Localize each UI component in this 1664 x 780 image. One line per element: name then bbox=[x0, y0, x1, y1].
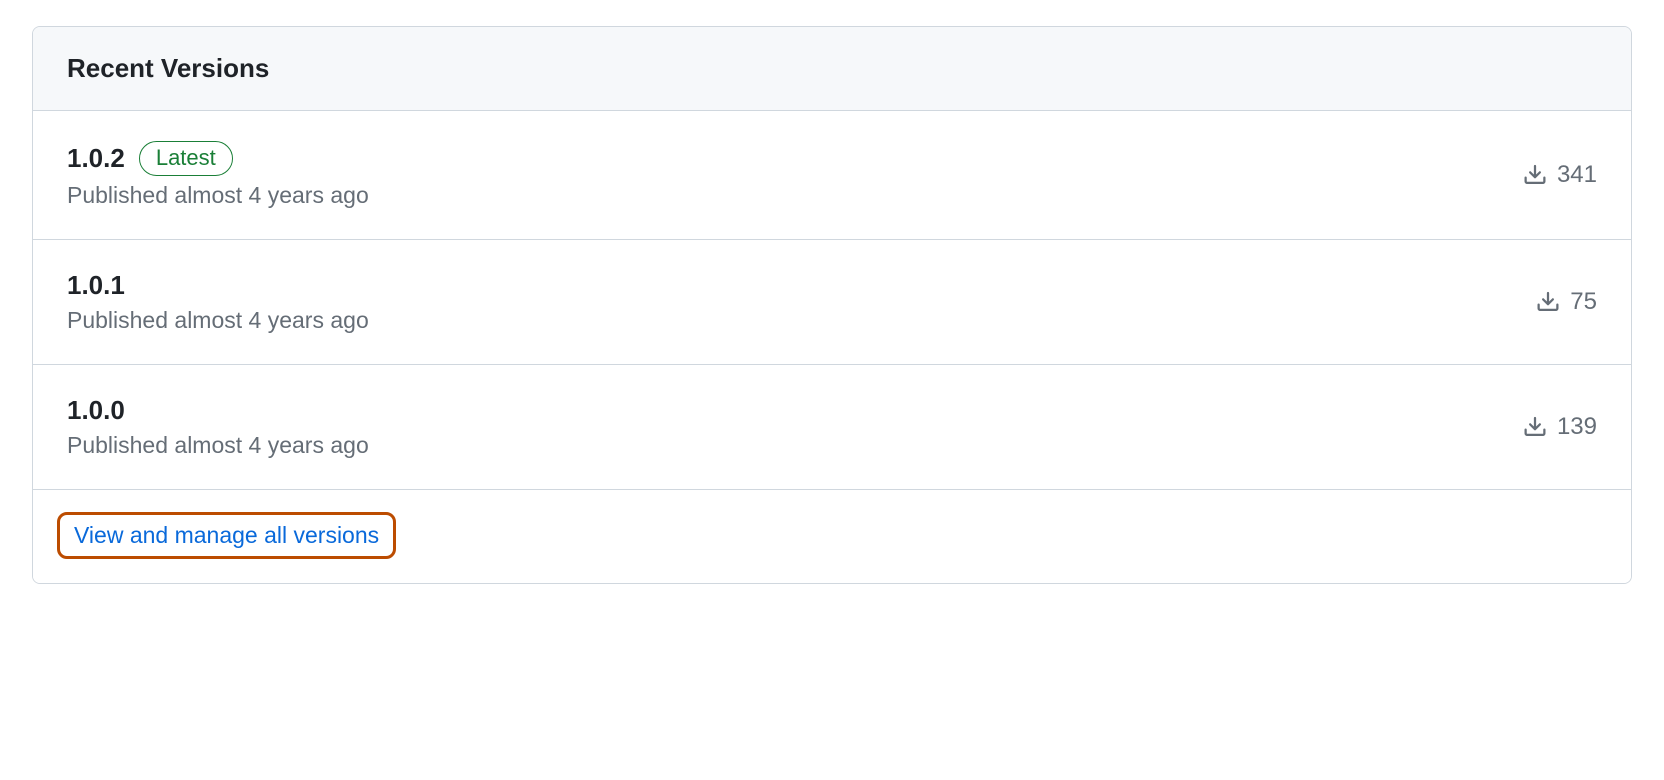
version-head: 1.0.1 bbox=[67, 270, 369, 301]
version-head: 1.0.2 Latest bbox=[67, 141, 369, 176]
download-count: 341 bbox=[1557, 161, 1597, 189]
version-row[interactable]: 1.0.1 Published almost 4 years ago 75 bbox=[33, 240, 1631, 365]
version-number: 1.0.0 bbox=[67, 395, 125, 426]
latest-badge: Latest bbox=[139, 141, 233, 176]
version-row[interactable]: 1.0.2 Latest Published almost 4 years ag… bbox=[33, 111, 1631, 240]
version-head: 1.0.0 bbox=[67, 395, 369, 426]
version-published: Published almost 4 years ago bbox=[67, 182, 369, 209]
download-icon bbox=[1536, 290, 1560, 314]
version-info: 1.0.1 Published almost 4 years ago bbox=[67, 270, 369, 334]
download-icon bbox=[1523, 163, 1547, 187]
version-number: 1.0.2 bbox=[67, 143, 125, 174]
version-downloads: 139 bbox=[1523, 413, 1597, 441]
version-downloads: 341 bbox=[1523, 161, 1597, 189]
version-downloads: 75 bbox=[1536, 288, 1597, 316]
panel-title: Recent Versions bbox=[67, 53, 1597, 84]
download-count: 75 bbox=[1570, 288, 1597, 316]
download-count: 139 bbox=[1557, 413, 1597, 441]
panel-header: Recent Versions bbox=[33, 27, 1631, 111]
recent-versions-panel: Recent Versions 1.0.2 Latest Published a… bbox=[32, 26, 1632, 584]
view-all-versions-link[interactable]: View and manage all versions bbox=[57, 512, 396, 559]
version-info: 1.0.2 Latest Published almost 4 years ag… bbox=[67, 141, 369, 209]
version-row[interactable]: 1.0.0 Published almost 4 years ago 139 bbox=[33, 365, 1631, 490]
version-published: Published almost 4 years ago bbox=[67, 432, 369, 459]
version-published: Published almost 4 years ago bbox=[67, 307, 369, 334]
panel-footer: View and manage all versions bbox=[33, 490, 1631, 583]
version-info: 1.0.0 Published almost 4 years ago bbox=[67, 395, 369, 459]
download-icon bbox=[1523, 415, 1547, 439]
version-number: 1.0.1 bbox=[67, 270, 125, 301]
